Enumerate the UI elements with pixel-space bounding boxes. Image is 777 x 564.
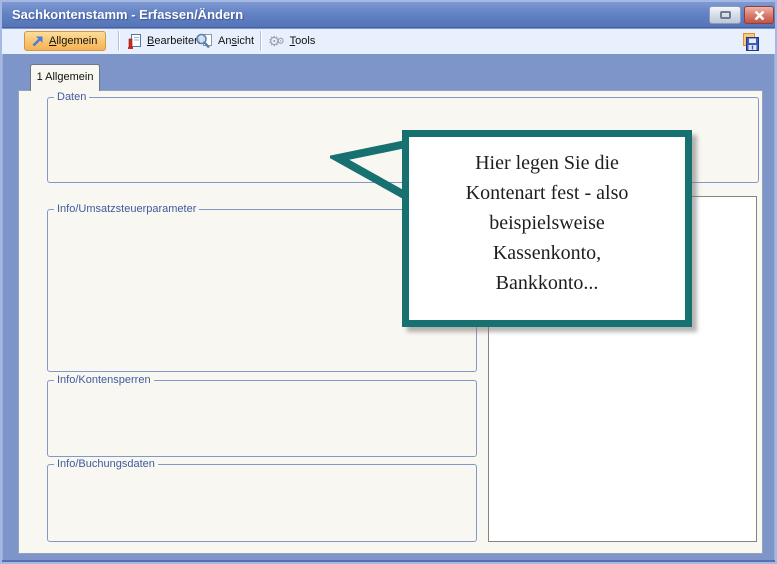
callout-text-line: Kontenart fest - also	[409, 178, 685, 208]
toolbar-button-allgemein[interactable]: Allgemein	[24, 31, 106, 51]
toolbar-separator	[260, 31, 261, 51]
save-floppy-icon	[740, 32, 760, 52]
group-title-buchungsdaten: Info/Buchungsdaten	[54, 458, 158, 470]
minimize-button[interactable]	[709, 6, 741, 24]
toolbar-label-tools: Tools	[290, 35, 316, 47]
gears-icon: ⚙⚙	[268, 34, 285, 48]
toolbar-separator	[118, 31, 119, 51]
group-title-daten: Daten	[54, 91, 89, 103]
group-buchungsdaten: Info/Buchungsdaten	[47, 464, 477, 542]
close-button[interactable]	[744, 6, 774, 24]
close-x-icon	[754, 10, 765, 21]
save-button[interactable]	[739, 31, 761, 52]
window-bottom-edge	[2, 560, 777, 564]
callout-pointer-icon	[330, 134, 410, 204]
toolbar-label-ansicht: Ansicht	[218, 35, 254, 47]
magnifier-icon	[195, 33, 213, 49]
application-window: Sachkontenstamm - Erfassen/Ändern Allgem…	[0, 0, 777, 564]
tab-allgemein[interactable]: 1 Allgemein	[30, 64, 100, 91]
window-title: Sachkontenstamm - Erfassen/Ändern	[12, 7, 243, 22]
arrow-up-right-icon	[31, 35, 44, 48]
toolbar-button-bearbeiten[interactable]: Bearbeiten	[128, 31, 200, 51]
group-kontensperren: Info/Kontensperren	[47, 380, 477, 457]
titlebar: Sachkontenstamm - Erfassen/Ändern	[2, 2, 775, 28]
group-title-kontensperren: Info/Kontensperren	[54, 374, 154, 386]
toolbar-button-ansicht[interactable]: Ansicht	[195, 31, 254, 51]
toolbar: Allgemein Bearbeiten Ansicht ⚙⚙ Tool	[2, 29, 775, 54]
toolbar-label-bearbeiten: Bearbeiten	[147, 35, 200, 47]
callout-text-line: Bankkonto...	[409, 268, 685, 298]
callout-box: Hier legen Sie die Kontenart fest - also…	[402, 130, 692, 327]
edit-document-icon	[128, 33, 142, 50]
group-title-umsatzsteuerparameter: Info/Umsatzsteuerparameter	[54, 203, 199, 215]
callout-text-line: Kassenkonto,	[409, 238, 685, 268]
toolbar-label-allgemein: Allgemein	[49, 35, 97, 47]
callout-text-line: beispielsweise	[409, 208, 685, 238]
window-box-icon	[720, 11, 731, 19]
toolbar-button-tools[interactable]: ⚙⚙ Tools	[268, 31, 315, 51]
callout-text-line: Hier legen Sie die	[409, 148, 685, 178]
